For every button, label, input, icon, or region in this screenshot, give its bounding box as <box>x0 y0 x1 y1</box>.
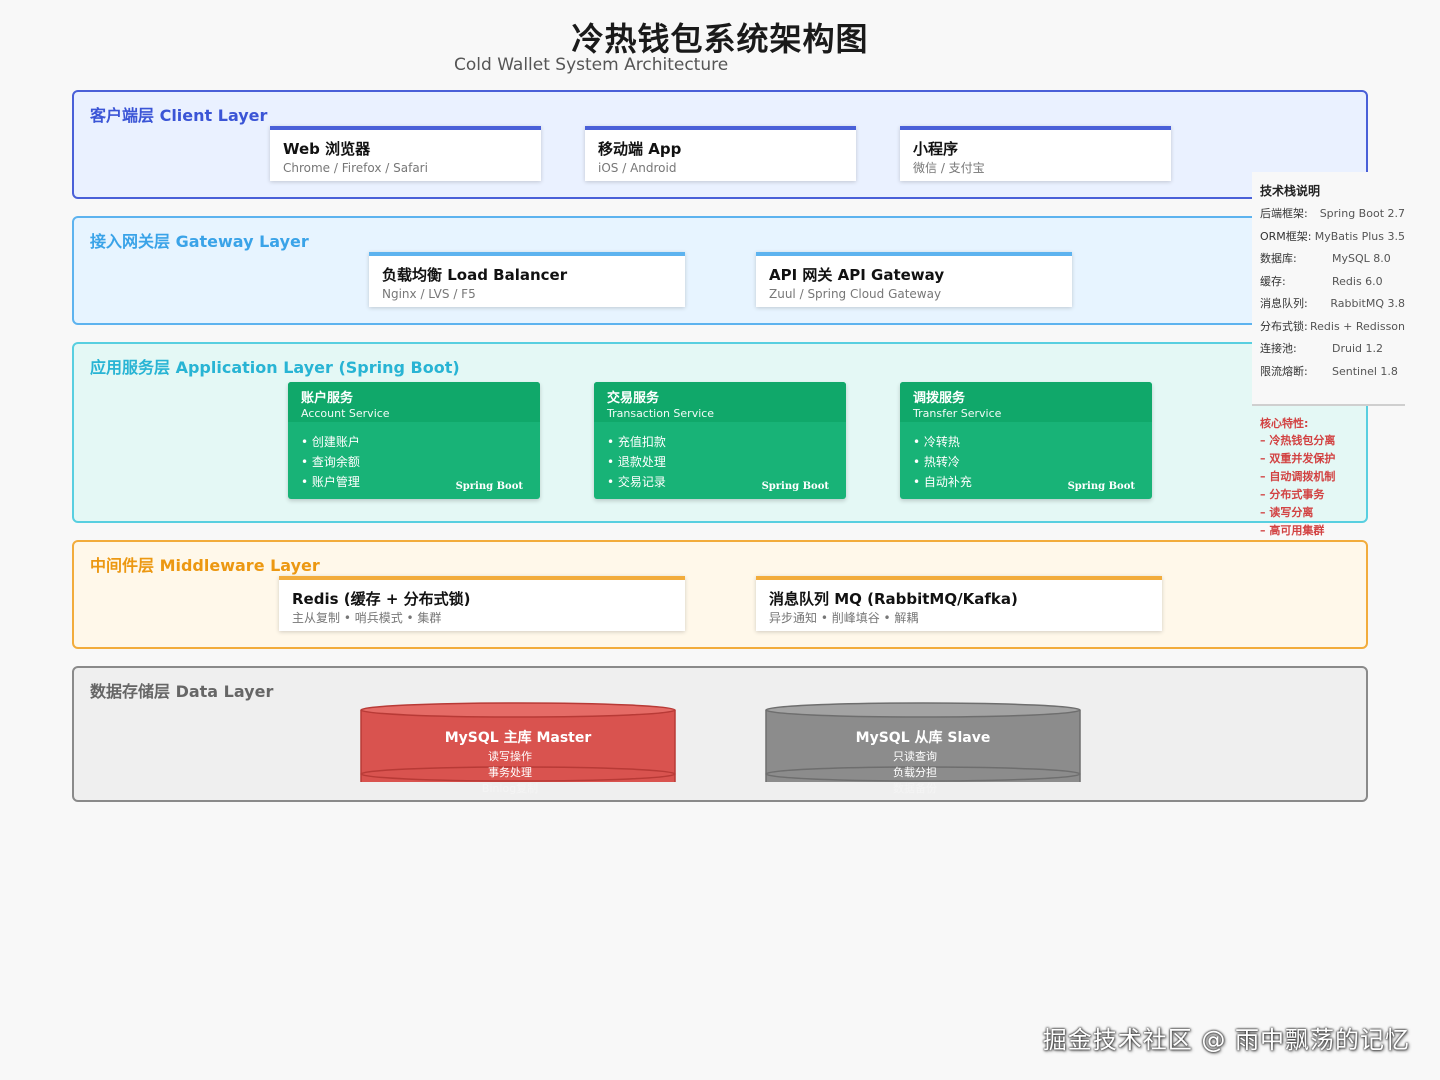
service-tag: Spring Boot <box>455 481 523 492</box>
gateway-layer: 接入网关层 Gateway Layer <box>72 216 1368 325</box>
card-title: Web 浏览器 <box>283 140 371 158</box>
db-feature: 负载分担 <box>893 766 937 779</box>
tech-stack-panel: 技术栈说明 后端框架: Spring Boot 2.7 ORM框架: MyBatis… <box>1252 172 1405 406</box>
tech-stack-row: ORM框架: MyBatis Plus 3.5 <box>1260 226 1405 249</box>
core-features: 核心特性: – 冷热钱包分离 – 双重并发保护 – 自动调拨机制 – 分布式事务… <box>1260 416 1335 540</box>
tech-value: MySQL 8.0 <box>1332 252 1391 265</box>
core-feature-item: – 自动调拨机制 <box>1260 470 1336 483</box>
card-subtitle: Nginx / LVS / F5 <box>382 287 476 301</box>
watermark: 掘金技术社区 @ 雨中飘荡的记忆 <box>1042 1026 1410 1054</box>
tech-key: ORM框架: <box>1260 229 1312 243</box>
page-subtitle: Cold Wallet System Architecture <box>454 55 729 75</box>
db-feature: 事务处理 <box>488 766 532 779</box>
card-subtitle: iOS / Android <box>598 161 677 175</box>
tech-key: 限流熔断: <box>1260 364 1308 378</box>
tech-stack-row: 缓存: Redis 6.0 <box>1260 271 1405 294</box>
card-title: Redis (缓存 + 分布式锁) <box>292 590 471 608</box>
card-title: API 网关 API Gateway <box>769 266 945 284</box>
core-features-title: 核心特性: <box>1260 417 1309 430</box>
service-feature: • 冷转热 <box>913 435 960 449</box>
tech-value: Spring Boot 2.7 <box>1319 207 1405 220</box>
core-feature-item: – 冷热钱包分离 <box>1260 434 1336 447</box>
tech-value: Druid 1.2 <box>1332 342 1383 355</box>
tech-key: 缓存: <box>1260 274 1286 288</box>
service-feature: • 创建账户 <box>301 435 360 449</box>
redis-card: Redis (缓存 + 分布式锁) 主从复制 • 哨兵模式 • 集群 <box>279 576 685 631</box>
middleware-layer-label: 中间件层 Middleware Layer <box>90 556 320 575</box>
tech-key: 数据库: <box>1260 252 1297 265</box>
db-feature: 读写操作 <box>488 750 532 763</box>
core-feature-item: – 读写分离 <box>1260 506 1314 519</box>
tech-value: RabbitMQ 3.8 <box>1330 297 1405 310</box>
db-feature: 只读查询 <box>893 750 937 763</box>
service-english-name: Account Service <box>301 407 390 420</box>
card-subtitle: Zuul / Spring Cloud Gateway <box>769 287 942 301</box>
data-layer-label: 数据存储层 Data Layer <box>90 682 274 701</box>
client-layer-label: 客户端层 Client Layer <box>90 106 268 125</box>
tech-stack-row: 分布式锁: Redis + Redisson <box>1260 316 1405 339</box>
card-title: 负载均衡 Load Balancer <box>382 266 568 284</box>
service-feature: • 充值扣款 <box>607 435 666 449</box>
tech-stack-row: 限流熔断: Sentinel 1.8 <box>1260 361 1405 384</box>
application-layer-label: 应用服务层 Application Layer (Spring Boot) <box>90 358 460 377</box>
api-gateway-card: API 网关 API Gateway Zuul / Spring Cloud G… <box>756 252 1072 307</box>
service-tag: Spring Boot <box>761 481 829 492</box>
message-queue-card: 消息队列 MQ (RabbitMQ/Kafka) 异步通知 • 削峰填谷 • 解… <box>756 576 1162 631</box>
card-title: 消息队列 MQ (RabbitMQ/Kafka) <box>769 590 1018 608</box>
card-subtitle: 主从复制 • 哨兵模式 • 集群 <box>292 611 442 625</box>
transaction-service-card: 交易服务 Transaction Service • 充值扣款 • 退款处理 •… <box>594 382 846 499</box>
db-feature: 数据备份 <box>893 782 937 795</box>
page-title: 冷热钱包系统架构图 <box>571 20 869 58</box>
service-feature: • 热转冷 <box>913 455 960 469</box>
service-tag: Spring Boot <box>1067 481 1135 492</box>
mysql-slave-db: MySQL 从库 Slave 只读查询 负载分担 数据备份 <box>765 702 1081 795</box>
gateway-layer-label: 接入网关层 Gateway Layer <box>90 232 309 251</box>
core-feature-item: – 高可用集群 <box>1260 524 1325 537</box>
db-feature: Binlog复制 <box>481 782 539 795</box>
transfer-service-card: 调拨服务 Transfer Service • 冷转热 • 热转冷 • 自动补充… <box>900 382 1152 499</box>
tech-value: Sentinel 1.8 <box>1332 364 1398 378</box>
tech-stack-row: 数据库: MySQL 8.0 <box>1260 248 1405 271</box>
service-feature: • 查询余额 <box>301 455 360 469</box>
core-feature-item: – 分布式事务 <box>1260 488 1325 501</box>
service-header: 账户服务 Account Service <box>288 382 540 422</box>
tech-key: 连接池: <box>1260 342 1297 355</box>
tech-stack-row: 连接池: Druid 1.2 <box>1260 338 1405 361</box>
web-browser-card: Web 浏览器 Chrome / Firefox / Safari <box>270 126 541 181</box>
tech-value: Redis + Redisson <box>1309 319 1405 333</box>
tech-stack-title: 技术栈说明 <box>1260 184 1321 198</box>
service-title: 调拨服务 <box>913 391 966 406</box>
card-subtitle: 微信 / 支付宝 <box>913 161 985 175</box>
card-subtitle: Chrome / Firefox / Safari <box>283 161 428 175</box>
service-feature: • 退款处理 <box>607 455 666 469</box>
card-title: 小程序 <box>913 140 959 158</box>
tech-stack-row: 后端框架: Spring Boot 2.7 <box>1260 203 1405 226</box>
tech-key: 消息队列: <box>1260 297 1308 310</box>
data-layer: 数据存储层 Data Layer <box>72 666 1368 802</box>
tech-key: 后端框架: <box>1260 207 1308 220</box>
card-title: 移动端 App <box>598 140 682 158</box>
load-balancer-card: 负载均衡 Load Balancer Nginx / LVS / F5 <box>369 252 685 307</box>
middleware-layer: 中间件层 Middleware Layer <box>72 540 1368 649</box>
service-english-name: Transaction Service <box>607 407 715 420</box>
card-subtitle: 异步通知 • 削峰填谷 • 解耦 <box>769 611 919 625</box>
tech-value: MyBatis Plus 3.5 <box>1314 229 1405 243</box>
service-title: 账户服务 <box>301 391 354 406</box>
service-header: 交易服务 Transaction Service <box>594 382 846 422</box>
tech-stack-row: 消息队列: RabbitMQ 3.8 <box>1260 293 1405 316</box>
service-header: 调拨服务 Transfer Service <box>900 382 1152 422</box>
tech-value: Redis 6.0 <box>1332 274 1383 288</box>
db-title: MySQL 从库 Slave <box>855 730 991 746</box>
mini-program-card: 小程序 微信 / 支付宝 <box>900 126 1171 181</box>
mysql-master-db: MySQL 主库 Master 读写操作 事务处理 Binlog复制 <box>360 702 676 795</box>
service-english-name: Transfer Service <box>913 407 1002 420</box>
tech-key: 分布式锁: <box>1260 319 1308 333</box>
mobile-app-card: 移动端 App iOS / Android <box>585 126 856 181</box>
db-title: MySQL 主库 Master <box>444 730 592 746</box>
service-title: 交易服务 <box>607 391 660 406</box>
core-feature-item: – 双重并发保护 <box>1260 452 1336 465</box>
account-service-card: 账户服务 Account Service • 创建账户 • 查询余额 • 账户管… <box>288 382 540 499</box>
